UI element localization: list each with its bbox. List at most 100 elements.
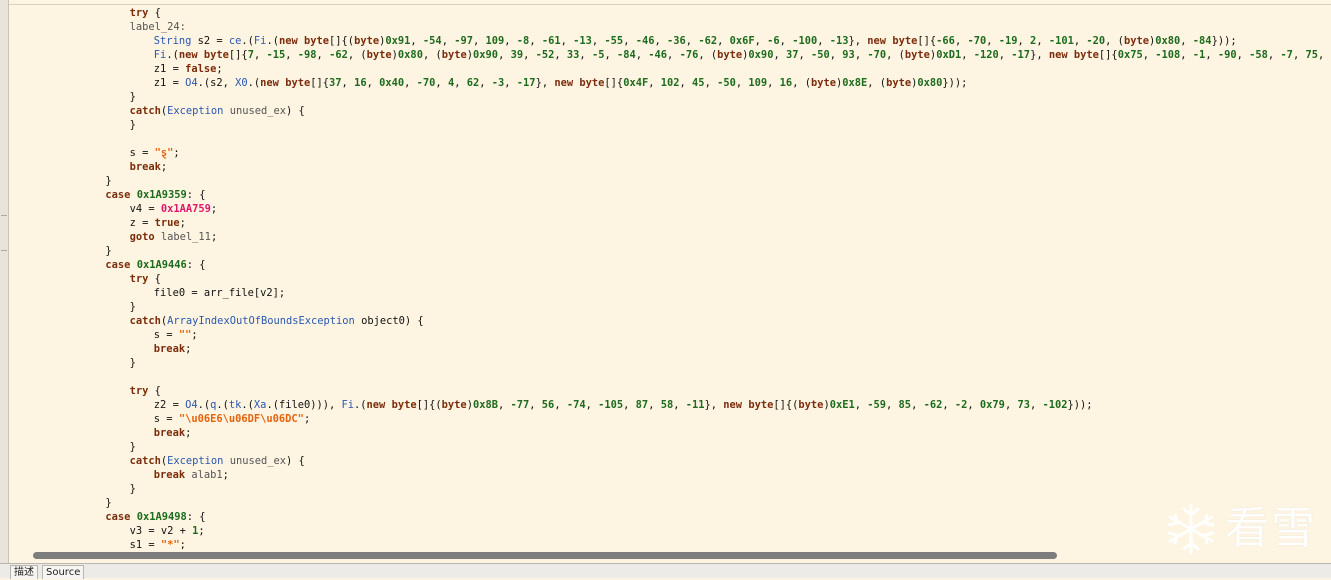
- code-token: ce: [228, 35, 242, 47]
- code-token: ,: [998, 49, 1012, 61]
- code-token: .(: [266, 35, 279, 47]
- code-token: -11: [685, 399, 705, 411]
- code-token: -66: [936, 35, 955, 47]
- code-token: ,: [1180, 35, 1193, 47]
- code-token: -15: [266, 49, 286, 61]
- code-line: }: [130, 482, 136, 496]
- code-token: 62: [466, 77, 480, 89]
- code-token: 87: [635, 399, 649, 411]
- code-token: ,: [554, 399, 567, 411]
- code-token: {: [148, 385, 161, 397]
- code-token: 0x40: [379, 77, 405, 89]
- code-token: ,: [798, 49, 811, 61]
- code-token: },: [1030, 49, 1049, 61]
- code-token: new: [723, 399, 743, 411]
- code-token: 0x79: [979, 399, 1005, 411]
- code-token: }: [105, 497, 112, 509]
- code-line: v4 = 0x1AA759;: [130, 202, 218, 216]
- code-token: ,: [1180, 49, 1193, 61]
- code-token: }: [129, 441, 136, 453]
- code-token: },: [848, 35, 868, 47]
- code-token: Fi: [253, 35, 267, 47]
- code-token: -17: [1011, 49, 1031, 61]
- left-gutter: [0, 0, 9, 566]
- code-token: new: [1048, 49, 1068, 61]
- code-token: z2 =: [153, 399, 186, 411]
- code-line: s = "ȿ";: [130, 146, 180, 160]
- code-token: -13: [829, 35, 849, 47]
- code-token: ,: [829, 49, 843, 61]
- code-line: s = "\u06E6\u06DF\u06DC";: [154, 412, 310, 426]
- code-token: unused_ex: [229, 105, 287, 117]
- code-token: ,: [529, 399, 542, 411]
- code-token: ,: [773, 49, 786, 61]
- code-token: ;: [303, 413, 311, 425]
- code-token: -36: [667, 35, 686, 47]
- code-token: .(: [197, 399, 211, 411]
- code-token: 0x75: [1117, 49, 1143, 61]
- code-token: byte: [441, 49, 467, 61]
- code-token: byte: [366, 49, 392, 61]
- code-token: 45: [692, 77, 705, 89]
- code-token: unused_ex: [229, 455, 287, 467]
- code-token: -97: [454, 35, 473, 47]
- code-token: X0: [235, 77, 248, 89]
- code-token: ,: [654, 35, 668, 47]
- code-token: }: [129, 483, 136, 495]
- code-token: 0x8B: [472, 399, 498, 411]
- code-token: ,: [285, 49, 298, 61]
- code-token: 73: [1017, 399, 1030, 411]
- code-line: break;: [154, 342, 192, 356]
- code-token: file0 = arr_file[v2];: [153, 287, 286, 299]
- code-token: ,: [341, 77, 355, 89]
- code-token: ,: [1017, 35, 1031, 47]
- code-line: s = "";: [154, 328, 198, 342]
- code-token: []{: [310, 77, 330, 89]
- code-token: "*": [160, 539, 180, 549]
- code-line: break;: [154, 426, 192, 440]
- code-token: 93: [842, 49, 855, 61]
- code-token: .(: [216, 399, 229, 411]
- watermark-text: 看雪: [1225, 503, 1317, 554]
- code-token: byte: [886, 77, 912, 89]
- code-token: []{(: [416, 399, 442, 411]
- code-token: },: [704, 399, 724, 411]
- code-token: 0x6F: [729, 35, 755, 47]
- code-line: }: [130, 356, 136, 370]
- code-token: }: [129, 119, 136, 131]
- code-line: try {: [130, 272, 161, 286]
- code-token: "\u06E6\u06DF\u06DC": [178, 413, 304, 425]
- code-token: ,: [366, 77, 380, 89]
- code-token: true: [154, 217, 180, 229]
- code-token: : {: [186, 259, 206, 271]
- code-token: -108: [1155, 49, 1181, 61]
- code-token: -54: [422, 35, 442, 47]
- code-token: ,: [1073, 35, 1087, 47]
- code-token: ,: [410, 35, 423, 47]
- scrollbar-thumb[interactable]: [33, 552, 1057, 559]
- code-token: },: [535, 77, 555, 89]
- code-token: s =: [129, 147, 155, 159]
- code-token: z1 =: [153, 77, 186, 89]
- code-token: , (: [698, 49, 718, 61]
- code-token: , (: [1105, 35, 1124, 47]
- code-token: ,: [454, 77, 467, 89]
- code-token: 0xD1: [936, 49, 962, 61]
- code-token: ,: [585, 399, 599, 411]
- horizontal-scrollbar[interactable]: [9, 549, 1331, 561]
- code-token: 39: [510, 49, 524, 61]
- code-token: -76: [679, 49, 699, 61]
- code-token: -50: [717, 77, 736, 89]
- code-token: ,: [954, 35, 968, 47]
- code-token: ,: [523, 49, 536, 61]
- code-token: 0x4F: [623, 77, 649, 89]
- code-editor[interactable]: try {label_24: String s2 = ce.(Fi.(new by…: [9, 5, 1331, 549]
- code-token: -20: [1086, 35, 1106, 47]
- code-token: 85: [898, 399, 912, 411]
- code-token: s =: [153, 329, 179, 341]
- code-line: z1 = O4.(s2, X0.(new byte[]{37, 16, 0x40…: [154, 76, 968, 90]
- code-token: break: [153, 343, 186, 355]
- code-token: ;: [179, 217, 186, 229]
- code-line: try {: [130, 6, 161, 20]
- code-token: -70: [967, 35, 987, 47]
